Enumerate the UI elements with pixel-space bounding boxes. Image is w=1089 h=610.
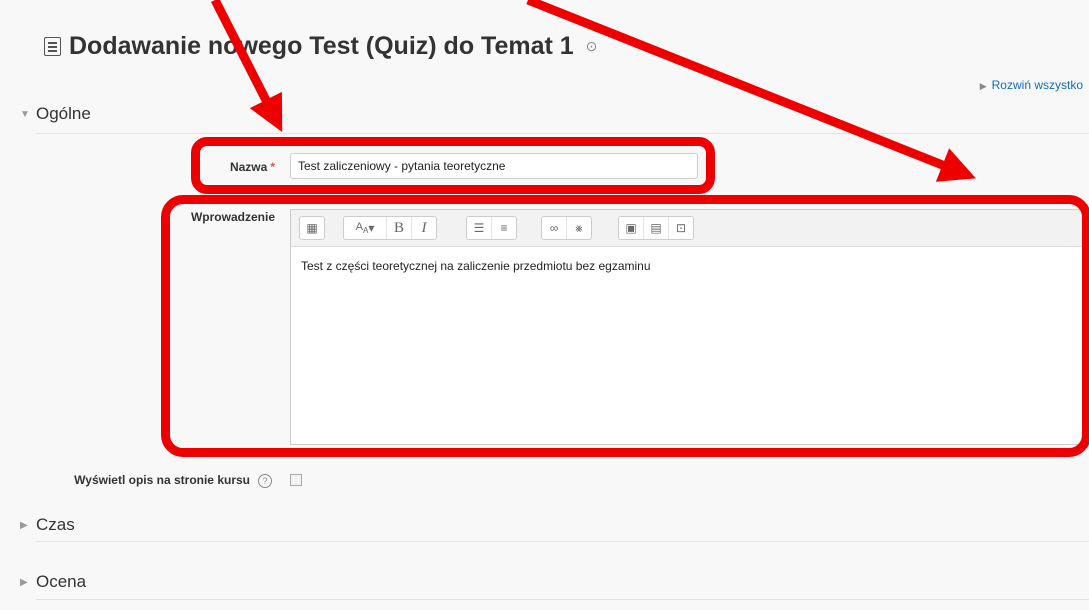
page-title: Dodawanie nowego Test (Quiz) do Temat 1 … [44,32,597,61]
show-description-label: Wyświetl opis na stronie kursu? [20,473,272,488]
unlink-icon[interactable]: ⨳ [567,217,591,239]
editor-toolbar: ▦ AA ▾ B I ☰ ≡ ∞ ⨳ ▣ ▤ ⊡ [291,210,1087,247]
bold-icon[interactable]: B [387,217,412,239]
section-general-header[interactable]: ▼ Ogólne [20,104,91,124]
name-label: Nazwa * [229,160,275,174]
intro-editor[interactable]: ▦ AA ▾ B I ☰ ≡ ∞ ⨳ ▣ ▤ ⊡ Test z części te… [290,209,1088,445]
editor-content[interactable]: Test z części teoretycznej na zaliczenie… [291,247,1087,285]
expand-all-label: Rozwiń wszystko [991,78,1083,92]
media-icon[interactable]: ▤ [644,217,669,239]
section-time-header[interactable]: ▶ Czas [20,515,75,535]
intro-label: Wprowadzenie [190,210,275,224]
caret-right-icon: ▶ [20,519,28,531]
question-circle-icon[interactable]: ? [258,474,272,488]
question-circle-icon[interactable]: ⊙ [586,38,598,55]
page-title-text: Dodawanie nowego Test (Quiz) do Temat 1 [69,32,574,60]
caret-down-icon: ▼ [20,108,30,120]
section-grade-header[interactable]: ▶ Ocena [20,572,86,592]
show-description-checkbox[interactable] [290,474,302,486]
section-time-label: Czas [36,515,75,534]
image-icon[interactable]: ▣ [619,217,644,239]
arrow-to-intro [526,0,976,182]
link-icon[interactable]: ∞ [542,217,567,239]
section-grade-label: Ocena [36,572,87,591]
section-divider [36,133,1089,134]
triangle-right-icon: ▶ [979,81,987,91]
file-manage-icon[interactable]: ⊡ [669,217,693,239]
name-input[interactable] [290,153,698,179]
section-divider [36,599,1089,600]
font-style-icon[interactable]: AA ▾ [344,217,387,239]
ordered-list-icon[interactable]: ≡ [492,217,516,239]
unordered-list-icon[interactable]: ☰ [467,217,492,239]
required-icon: * [270,160,275,174]
section-general-label: Ogólne [36,104,91,123]
italic-icon[interactable]: I [412,217,436,239]
toggle-toolbar-icon[interactable]: ▦ [300,217,324,239]
quiz-icon [44,37,61,56]
caret-right-icon: ▶ [20,576,28,588]
expand-all-link[interactable]: ▶ Rozwiń wszystko [980,78,1083,92]
section-divider [36,541,1089,542]
